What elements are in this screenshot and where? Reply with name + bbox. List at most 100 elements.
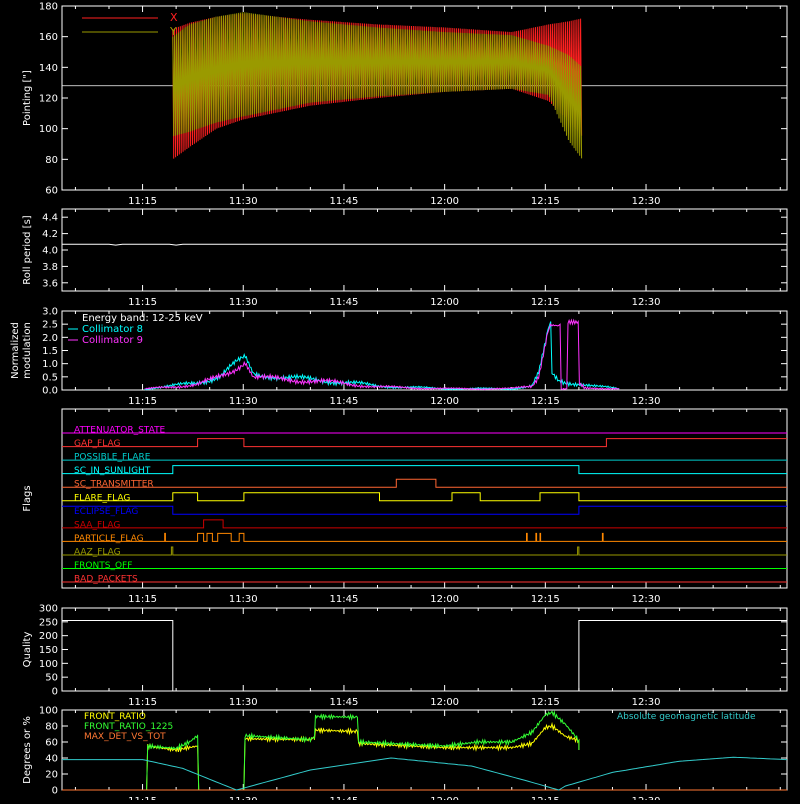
- ratios-xtick-label: 12:00: [430, 796, 459, 800]
- modulation-ytick-label: 2.5: [42, 320, 58, 331]
- quality-xtick-label: 11:15: [128, 697, 157, 708]
- ratios-ytick-label: 60: [45, 738, 58, 749]
- quality-ytick-label: 0: [52, 687, 58, 698]
- flags-ylabel: Flags: [22, 485, 33, 511]
- modulation-ytick-label: 1.0: [42, 359, 58, 370]
- modulation-xtick-label: 11:15: [128, 396, 157, 407]
- roll-ytick-label: 3.6: [42, 278, 58, 289]
- flags-xtick-label: 12:30: [632, 594, 661, 605]
- ratios-xtick-label: 11:45: [330, 796, 359, 800]
- modulation-xtick-label: 11:30: [229, 396, 258, 407]
- ratios-ytick-label: 100: [39, 706, 58, 717]
- ratios-legend-label-geomag: Absolute geomagnetic latitude: [617, 712, 756, 722]
- ratios-xtick-label: 11:30: [229, 796, 258, 800]
- roll-xtick-label: 11:15: [128, 297, 157, 308]
- quality-ytick-label: 200: [39, 631, 58, 642]
- ratios-ytick-label: 40: [45, 754, 58, 765]
- pointing-xtick-label: 12:15: [531, 196, 560, 207]
- ratios-xtick-label: 12:15: [531, 796, 560, 800]
- pointing-xtick-label: 11:45: [330, 196, 359, 207]
- modulation-legend-title: Energy band: 12-25 keV: [82, 313, 203, 324]
- modulation-ytick-label: 0.0: [42, 386, 58, 397]
- quality-ytick-label: 100: [39, 659, 58, 670]
- flag-label-possible-flare: POSSIBLE_FLARE: [74, 453, 151, 463]
- quality-xtick-label: 12:30: [632, 697, 661, 708]
- modulation-xtick-label: 12:30: [632, 396, 661, 407]
- flag-label-fronts-off: FRONTS_OFF: [74, 561, 132, 571]
- pointing-ytick-label: 120: [39, 94, 58, 105]
- flag-label-aaz-flag: AAZ_FLAG: [74, 547, 121, 557]
- flag-line-flare-flag: [62, 492, 787, 502]
- roll-ytick-label: 3.8: [42, 262, 58, 273]
- modulation-xtick-label: 11:45: [330, 396, 359, 407]
- ratios-ylabel: Degrees or %: [22, 716, 33, 784]
- flag-line-particle-flag: [62, 532, 787, 542]
- pointing-ytick-label: 80: [45, 155, 58, 166]
- quality-ytick-label: 250: [39, 617, 58, 628]
- roll-xtick-label: 12:00: [430, 297, 459, 308]
- flag-line-gap-flag: [62, 438, 787, 448]
- modulation-ytick-label: 2.0: [42, 333, 58, 344]
- pointing-legend-label-x: X: [170, 11, 178, 24]
- ratios-legend-label-1: FRONT_RATIO_1225: [84, 722, 173, 732]
- flags-xtick-label: 11:15: [128, 594, 157, 605]
- flag-label-bad-packets: BAD_PACKETS: [74, 575, 138, 585]
- ratios-ytick-label: 0: [52, 786, 58, 797]
- chart-stage: 11:15 11:30 11:45 12:00 12:15 12:30 60 80 100 120…: [0, 0, 800, 804]
- flag-line-saa-flag: [62, 519, 787, 529]
- flags-xtick-label: 11:45: [330, 594, 359, 605]
- pointing-xtick-label: 12:00: [430, 196, 459, 207]
- flag-label-gap-flag: GAP_FLAG: [74, 439, 120, 449]
- pointing-xtick-label: 12:30: [632, 196, 661, 207]
- modulation-ytick-label: 3.0: [42, 307, 58, 318]
- roll-ylabel: Roll period [s]: [22, 215, 33, 284]
- ratios-legend-label-2: MAX_DET_VS_TOT: [84, 732, 166, 742]
- telemetry-chart: 11:15 11:30 11:45 12:00 12:15 12:30 60 80 100 120…: [10, 2, 788, 804]
- ratios-ytick-label: 20: [45, 770, 58, 781]
- flag-line-sc-transmitter: [62, 478, 787, 488]
- flag-label-flare-flag: FLARE_FLAG: [74, 493, 130, 503]
- pointing-ytick-label: 140: [39, 63, 58, 74]
- flag-label-particle-flag: PARTICLE_FLAG: [74, 534, 144, 544]
- flag-line-eclipse-flag: [62, 505, 787, 515]
- roll-ytick-label: 4.2: [42, 229, 58, 240]
- ratios-series-front-ratio-1225: [146, 710, 580, 791]
- quality-ytick-label: 50: [45, 673, 58, 684]
- quality-xtick-label: 12:15: [531, 697, 560, 708]
- pointing-ytick-label: 180: [39, 2, 58, 13]
- modulation-ytick-label: 1.5: [42, 346, 58, 357]
- flags-xtick-label: 12:15: [531, 594, 560, 605]
- quality-series: [62, 620, 787, 692]
- flag-label-attenuator-state: ATTENUATOR_STATE: [74, 426, 166, 436]
- ratios-series-absolute-geomagnetic-latitude: [62, 756, 788, 791]
- ratios-xtick-label: 12:30: [632, 796, 661, 800]
- pointing-xtick-label: 11:30: [229, 196, 258, 207]
- flags-xtick-label: 11:30: [229, 594, 258, 605]
- ratios-ytick-label: 80: [45, 722, 58, 733]
- flag-label-sc-transmitter: SC_TRANSMITTER: [74, 480, 154, 490]
- modulation-ylabel-2: modulation: [22, 322, 33, 379]
- flags-xtick-label: 12:00: [430, 594, 459, 605]
- roll-xtick-label: 11:30: [229, 297, 258, 308]
- roll-xtick-label: 12:15: [531, 297, 560, 308]
- quality-xtick-label: 11:45: [330, 697, 359, 708]
- ratios-xtick-label: 11:15: [128, 796, 157, 800]
- pointing-ytick-label: 100: [39, 124, 58, 135]
- pointing-ytick-label: 160: [39, 32, 58, 43]
- flag-label-sc-in-sunlight: SC_IN_SUNLIGHT: [74, 466, 151, 476]
- pointing-ylabel: Pointing ["]: [22, 70, 33, 126]
- quality-ytick-label: 300: [39, 604, 58, 615]
- quality-ytick-label: 150: [39, 645, 58, 656]
- modulation-ytick-label: 0.5: [42, 372, 58, 383]
- roll-xtick-label: 12:30: [632, 297, 661, 308]
- flags-frame: [61, 408, 788, 589]
- quality-xtick-label: 12:00: [430, 697, 459, 708]
- modulation-xtick-label: 12:00: [430, 396, 459, 407]
- roll-ytick-label: 4.4: [42, 213, 58, 224]
- roll-ytick-label: 4.0: [42, 246, 58, 257]
- modulation-legend-label-0: Collimator 8: [82, 324, 143, 335]
- flag-label-eclipse-flag: ECLIPSE_FLAG: [74, 507, 138, 517]
- flag-label-saa-flag: SAA_FLAG: [74, 520, 120, 530]
- quality-xtick-label: 11:30: [229, 697, 258, 708]
- modulation-xtick-label: 12:15: [531, 396, 560, 407]
